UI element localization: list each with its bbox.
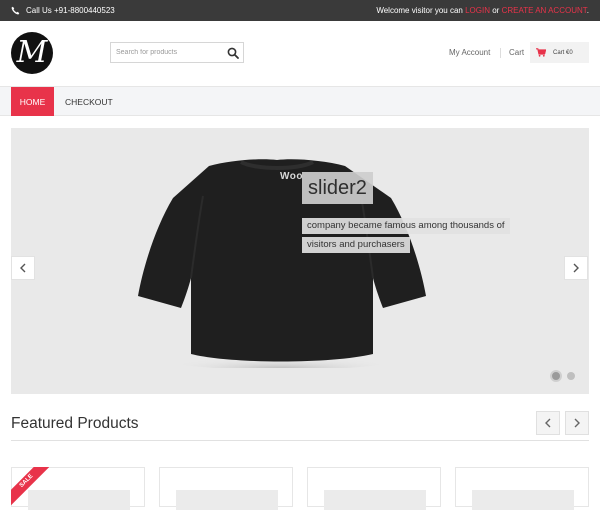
slide-caption-line: visitors and purchasers bbox=[302, 237, 410, 253]
featured-products-title: Featured Products bbox=[11, 415, 139, 432]
nav-item-home[interactable]: HOME bbox=[11, 87, 54, 116]
search-icon[interactable] bbox=[227, 47, 239, 59]
or-text: or bbox=[490, 6, 502, 15]
slide-caption-line: company became famous among thousands of bbox=[302, 218, 510, 234]
phone-icon bbox=[11, 6, 20, 15]
product-card[interactable] bbox=[307, 467, 441, 510]
featured-prev-button[interactable] bbox=[536, 411, 560, 435]
sale-badge-label: SALE bbox=[11, 467, 49, 505]
sale-badge: SALE bbox=[11, 467, 49, 505]
phone-text: Call Us +91-8800440523 bbox=[26, 6, 115, 15]
welcome-message: Welcome visitor you can LOGIN or CREATE … bbox=[376, 6, 589, 15]
cart-button[interactable]: Cart €0 bbox=[530, 42, 589, 63]
product-card[interactable] bbox=[455, 467, 589, 510]
slide-caption-title: slider2 bbox=[302, 172, 373, 204]
featured-divider bbox=[11, 440, 589, 441]
welcome-text: Welcome visitor you can bbox=[376, 6, 466, 15]
header-separator bbox=[500, 48, 501, 58]
cart-icon bbox=[536, 48, 546, 57]
cart-total: Cart €0 bbox=[553, 49, 573, 56]
site-header: M My Account Cart Cart €0 bbox=[0, 21, 600, 86]
logo-letter: M bbox=[16, 35, 48, 70]
shirt-print-text: Woo bbox=[280, 171, 303, 182]
site-logo[interactable]: M bbox=[11, 32, 53, 74]
my-account-link[interactable]: My Account bbox=[449, 48, 490, 57]
tshirt-image bbox=[138, 159, 426, 368]
create-account-link[interactable]: CREATE AN ACCOUNT bbox=[502, 6, 587, 15]
chevron-left-icon bbox=[545, 418, 551, 428]
search-box bbox=[110, 42, 244, 63]
slider-next-button[interactable] bbox=[564, 256, 588, 280]
chevron-left-icon bbox=[20, 263, 26, 273]
top-bar: Call Us +91-8800440523 Welcome visitor y… bbox=[0, 0, 600, 21]
cart-link[interactable]: Cart bbox=[509, 48, 524, 57]
phone-contact: Call Us +91-8800440523 bbox=[11, 6, 115, 15]
search-input[interactable] bbox=[111, 43, 223, 62]
product-thumbnail[interactable] bbox=[324, 490, 426, 510]
product-card[interactable] bbox=[159, 467, 293, 510]
slider-prev-button[interactable] bbox=[11, 256, 35, 280]
welcome-end: . bbox=[586, 6, 589, 15]
product-thumbnail[interactable] bbox=[176, 490, 278, 510]
main-nav: HOME CHECKOUT bbox=[0, 86, 600, 116]
chevron-right-icon bbox=[573, 263, 579, 273]
product-thumbnail[interactable] bbox=[472, 490, 574, 510]
login-link[interactable]: LOGIN bbox=[465, 6, 490, 15]
featured-next-button[interactable] bbox=[565, 411, 589, 435]
slider-dot-active[interactable] bbox=[550, 370, 562, 382]
chevron-right-icon bbox=[574, 418, 580, 428]
nav-item-checkout[interactable]: CHECKOUT bbox=[65, 87, 113, 116]
slider-pagination bbox=[550, 370, 575, 382]
slider-dot[interactable] bbox=[567, 372, 575, 380]
hero-slider: Woo slider2 company became famous among … bbox=[11, 128, 589, 394]
